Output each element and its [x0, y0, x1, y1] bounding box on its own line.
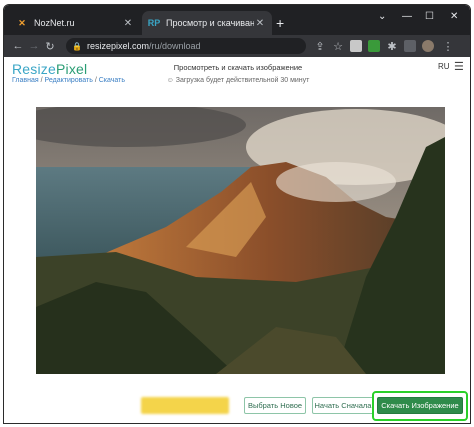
reload-icon[interactable]: ↻ [42, 40, 58, 53]
star-icon[interactable]: ☆ [330, 40, 346, 53]
close-tab-icon[interactable]: ✕ [254, 18, 266, 29]
share-icon[interactable]: ⇪ [312, 40, 328, 53]
start-over-button[interactable]: Начать Сначала [312, 397, 374, 414]
lock-icon: 🔒 [72, 41, 82, 51]
noznet-logo-icon: ✕ [18, 17, 26, 28]
tab-resizepixel[interactable]: RP Просмотр и скачивание изобр ✕ [142, 11, 272, 35]
blurred-advertisement [141, 397, 229, 414]
new-tab-icon[interactable]: + [276, 15, 284, 31]
forward-icon[interactable]: → [26, 40, 42, 52]
logo-text: Pixel [56, 61, 88, 77]
breadcrumb-current[interactable]: Скачать [99, 77, 125, 84]
tab-title: NozNet.ru [34, 18, 75, 28]
breadcrumb-home[interactable]: Главная [12, 77, 39, 84]
tab-title: Просмотр и скачивание изобр [166, 18, 254, 28]
close-tab-icon[interactable]: ✕ [122, 18, 134, 29]
download-button[interactable]: Скачать Изображение [377, 397, 463, 414]
puzzle-icon[interactable]: ✱ [384, 40, 400, 53]
close-window-icon[interactable]: ✕ [450, 11, 458, 22]
breadcrumb: Главная / Редактировать / Скачать [12, 77, 125, 84]
chevron-down-icon[interactable]: ⌄ [378, 11, 386, 22]
menu-dots-icon[interactable]: ⋮ [440, 40, 456, 53]
back-icon[interactable]: ← [10, 40, 26, 52]
avatar[interactable] [422, 40, 434, 52]
address-bar[interactable]: 🔒 resizepixel.com/ru/download [66, 38, 306, 54]
site-logo[interactable]: ResizePixel [12, 61, 87, 77]
page-content: ResizePixel Главная / Редактировать / Ск… [4, 57, 470, 423]
sidebar-icon[interactable] [404, 40, 416, 52]
choose-new-button[interactable]: Выбрать Новое [244, 397, 306, 414]
landscape-photo [36, 107, 445, 374]
resizepixel-favicon: RP [147, 18, 161, 28]
extension-icon[interactable] [368, 40, 380, 52]
browser-window: ✕ NozNet.ru ✕ RP Просмотр и скачивание и… [3, 4, 471, 424]
tab-strip: ✕ NozNet.ru ✕ RP Просмотр и скачивание и… [4, 5, 470, 35]
hamburger-menu-icon[interactable]: ☰ [454, 60, 464, 73]
maximize-icon[interactable]: ☐ [425, 11, 434, 22]
url-path: /ru/download [149, 41, 201, 51]
page-title: Просмотреть и скачать изображение [173, 63, 303, 72]
minimize-icon[interactable]: — [402, 11, 412, 22]
browser-toolbar: ← → ↻ 🔒 resizepixel.com/ru/download ⇪ ☆ … [4, 35, 470, 57]
breadcrumb-edit[interactable]: Редактировать [45, 77, 93, 84]
language-selector[interactable]: RU [438, 62, 450, 71]
tab-noznet[interactable]: ✕ NozNet.ru ✕ [10, 11, 140, 35]
expiry-notice: ☺ Загрузка будет действительной 30 минут [166, 77, 310, 84]
image-preview [36, 107, 445, 374]
extension-icon[interactable] [350, 40, 362, 52]
url-host: resizepixel.com [86, 41, 149, 51]
logo-text: Resize [12, 61, 56, 77]
